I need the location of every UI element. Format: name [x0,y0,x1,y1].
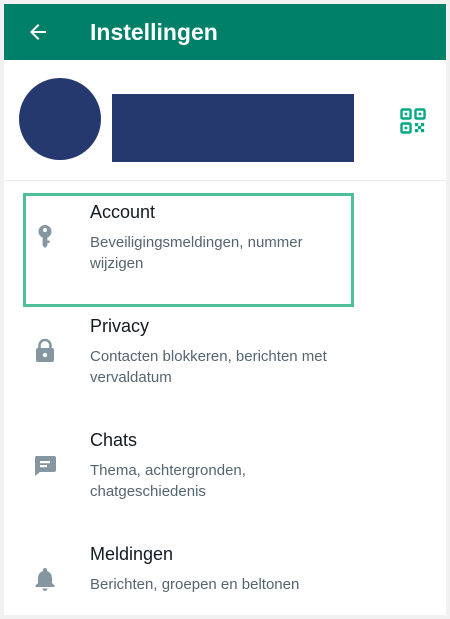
settings-item-title: Privacy [90,316,150,336]
settings-item-subtitle: Contacten blokkeren, berichten met verva… [90,348,327,386]
settings-item-title: Chats [90,430,138,450]
profile-section[interactable] [4,60,446,181]
page-title: Instellingen [90,19,218,45]
key-icon [32,224,58,250]
settings-item-account[interactable]: Account Beveiligingsmeldingen, nummer wi… [4,186,446,300]
settings-item-notifications[interactable]: Meldingen Berichten, groepen en beltonen [4,528,446,615]
settings-screen: Instellingen Account Beveiligingsmelding… [4,4,446,615]
settings-item-chats[interactable]: Chats Thema, achtergronden, chatgeschied… [4,414,446,528]
app-bar: Instellingen [4,4,446,60]
qr-code-button[interactable] [398,106,428,136]
bell-icon [32,566,58,592]
settings-item-title: Account [90,202,156,222]
avatar[interactable] [19,78,101,160]
settings-item-privacy[interactable]: Privacy Contacten blokkeren, berichten m… [4,300,446,414]
profile-name-redacted [112,94,354,162]
settings-item-subtitle: Thema, achtergronden, chatgeschiedenis [90,462,246,500]
chat-icon [32,452,58,478]
qr-code-icon [400,108,426,134]
settings-item-subtitle: Beveiligingsmeldingen, nummer wijzigen [90,234,303,272]
settings-item-subtitle: Berichten, groepen en beltonen [90,576,300,593]
settings-item-title: Meldingen [90,544,174,564]
lock-icon [32,338,58,364]
arrow-back-icon [30,24,46,40]
back-button[interactable] [18,12,58,52]
